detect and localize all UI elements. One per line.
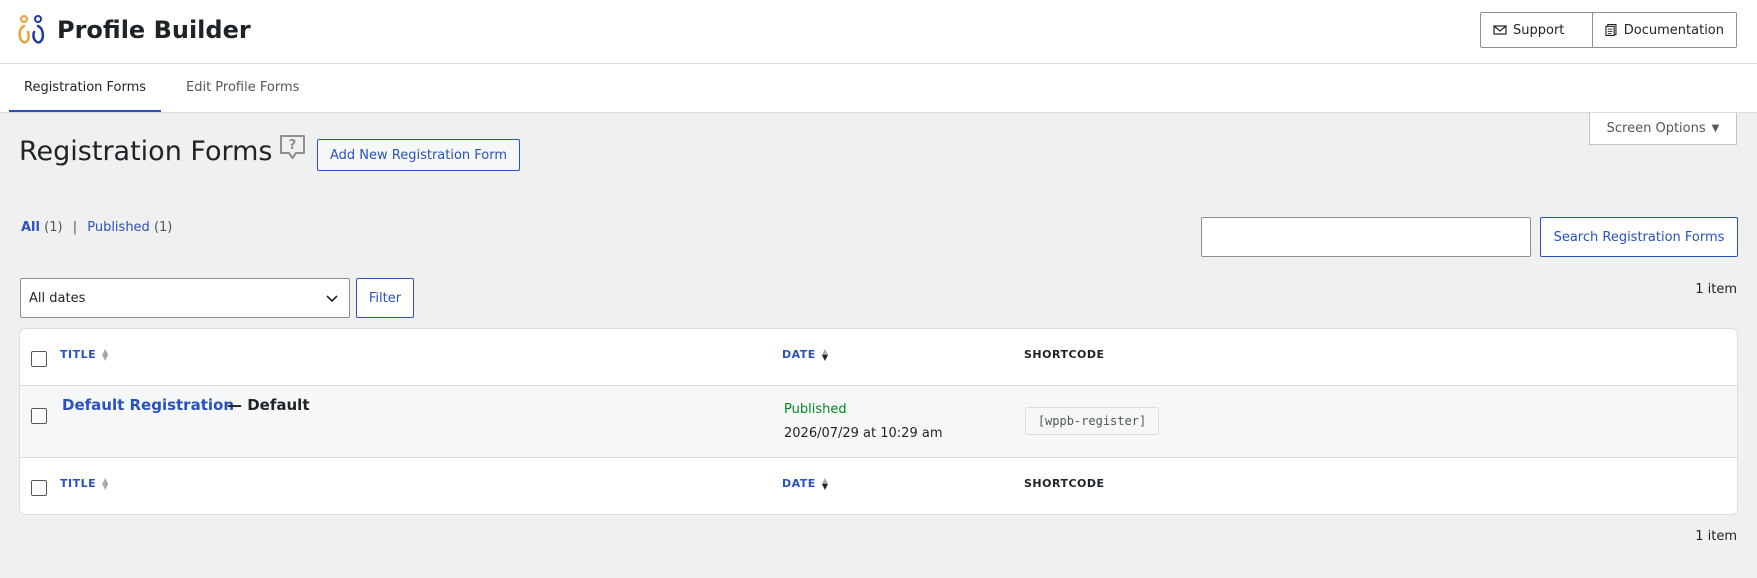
screen-options-label: Screen Options — [1606, 121, 1706, 136]
select-all-checkbox[interactable] — [31, 351, 47, 367]
chevron-down-icon — [326, 295, 338, 303]
page-title: Registration Forms — [19, 136, 273, 167]
sort-desc-icon: ▲ ▼ — [821, 475, 829, 491]
document-icon — [1605, 23, 1617, 37]
column-title-footer-label: TITLE — [60, 477, 97, 490]
support-button[interactable]: Support — [1480, 12, 1609, 48]
column-shortcode-label: SHORTCODE — [1024, 348, 1105, 361]
form-datetime: 2026/07/29 at 10:29 am — [784, 426, 943, 441]
view-separator: | — [72, 220, 78, 235]
column-date-header[interactable]: DATE ▲ ▼ — [782, 346, 829, 362]
table-footer-row: TITLE ▲ ▼ DATE ▲ ▼ SHORTCODE — [20, 458, 1737, 514]
column-shortcode-footer: SHORTCODE — [1024, 477, 1105, 490]
support-label: Support — [1513, 22, 1565, 38]
tab-bar: Registration Forms Edit Profile Forms — [0, 64, 1757, 113]
documentation-label: Documentation — [1623, 22, 1724, 38]
view-all-count: (1) — [44, 220, 63, 235]
view-all-link[interactable]: All — [21, 220, 40, 235]
column-title-footer[interactable]: TITLE ▲ ▼ — [60, 475, 109, 491]
brand-title: Profile Builder — [57, 16, 251, 44]
screen-options-button[interactable]: Screen Options ▼ — [1589, 113, 1737, 145]
view-published-count: (1) — [153, 220, 173, 235]
tab-registration-forms[interactable]: Registration Forms — [9, 64, 162, 112]
column-title-header[interactable]: TITLE ▲ ▼ — [60, 346, 109, 362]
profile-builder-logo-icon — [18, 15, 45, 44]
form-title-link[interactable]: Default Registration — [62, 396, 234, 414]
row-checkbox[interactable] — [31, 408, 47, 424]
search-input[interactable] — [1201, 217, 1531, 257]
search-registration-forms-button[interactable]: Search Registration Forms — [1540, 217, 1738, 257]
sort-icon: ▲ ▼ — [102, 475, 109, 491]
documentation-button[interactable]: Documentation — [1592, 12, 1737, 48]
column-date-footer-label: DATE — [782, 477, 816, 490]
table-header-row: TITLE ▲ ▼ DATE ▲ ▼ SHORTCODE — [20, 329, 1737, 386]
registration-forms-table: TITLE ▲ ▼ DATE ▲ ▼ SHORTCODE Default Regis… — [19, 328, 1738, 515]
tab-edit-profile-forms[interactable]: Edit Profile Forms — [171, 64, 314, 112]
item-count-bottom: 1 item — [1695, 529, 1737, 544]
select-all-checkbox-footer[interactable] — [31, 480, 47, 496]
item-count-top: 1 item — [1695, 282, 1737, 297]
envelope-icon — [1493, 25, 1507, 35]
form-shortcode[interactable]: [wppb-register] — [1025, 407, 1159, 435]
form-status: Published — [784, 402, 847, 417]
view-filter-links: All (1) | Published (1) — [21, 218, 172, 238]
sort-icon: ▲ ▼ — [102, 346, 109, 362]
filter-button[interactable]: Filter — [356, 278, 414, 318]
column-shortcode-header: SHORTCODE — [1024, 348, 1105, 361]
column-date-label: DATE — [782, 348, 816, 361]
column-date-footer[interactable]: DATE ▲ ▼ — [782, 475, 829, 491]
caret-down-icon: ▼ — [1711, 123, 1720, 134]
svg-text:?: ? — [289, 138, 297, 153]
form-title-suffix: — Default — [227, 396, 310, 414]
top-bar: Profile Builder Support Documentation — [0, 0, 1757, 64]
date-filter-value: All dates — [29, 290, 86, 306]
add-new-registration-form-button[interactable]: Add New Registration Form — [317, 139, 520, 171]
view-published-link[interactable]: Published — [87, 220, 150, 235]
help-bubble-icon[interactable]: ? — [279, 134, 306, 161]
date-filter-select[interactable]: All dates — [20, 278, 350, 318]
column-title-label: TITLE — [60, 348, 97, 361]
column-shortcode-footer-label: SHORTCODE — [1024, 477, 1105, 490]
table-row: Default Registration — Default Published… — [20, 386, 1737, 458]
sort-desc-icon: ▲ ▼ — [821, 346, 829, 362]
